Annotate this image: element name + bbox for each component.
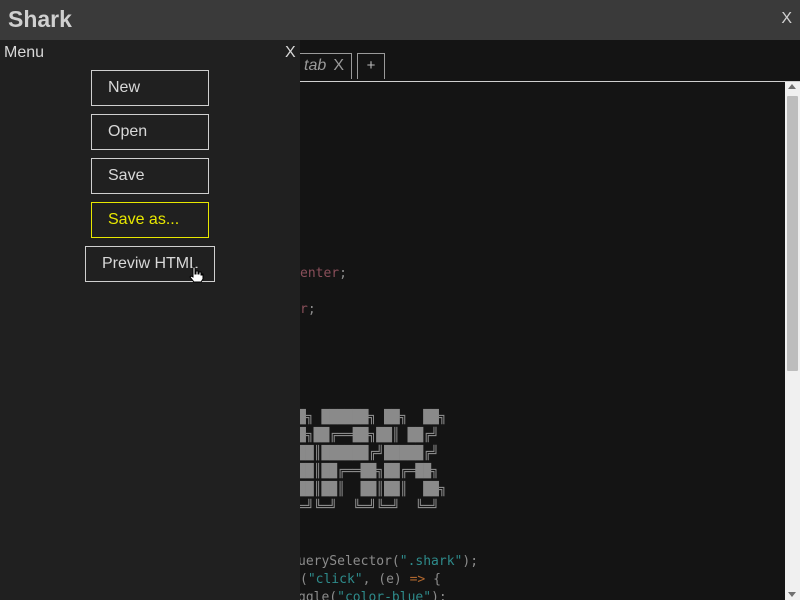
save-button[interactable]: Save <box>91 158 209 194</box>
code-line: enter; <box>300 266 347 281</box>
vertical-scrollbar[interactable] <box>785 82 800 600</box>
ascii-art-line: ═╝╚═╝ ╚═╝╚═╝ ╚═╝ <box>298 500 439 515</box>
code-token: uerySelector( <box>298 554 400 569</box>
code-token: r <box>300 302 308 317</box>
save-as-button[interactable]: Save as... <box>91 202 209 238</box>
code-line: ggle("color-blue"); <box>298 590 447 600</box>
tab-close-button[interactable]: X <box>333 57 344 75</box>
code-line: ("click", (e) => { <box>300 572 441 587</box>
open-button-label: Open <box>108 123 148 140</box>
code-token: ( <box>300 572 308 587</box>
scroll-thumb[interactable] <box>787 96 798 371</box>
save-button-label: Save <box>108 167 145 184</box>
code-token: ".shark" <box>399 554 463 569</box>
code-line: r; <box>300 302 316 317</box>
code-token: ; <box>339 266 347 281</box>
new-button-label: New <box>108 79 141 96</box>
code-token: , (e) <box>362 572 410 587</box>
menu-title: Menu <box>4 44 45 61</box>
code-token: ; <box>307 302 316 317</box>
app-title: Shark <box>8 6 72 32</box>
code-line: uerySelector(".shark"); <box>298 554 478 569</box>
ascii-art-line: █╗ ██████╗ ██╗ ██╗ <box>298 410 447 425</box>
code-token: ); <box>462 554 479 569</box>
code-token: "click" <box>307 572 363 587</box>
code-token: "color-blue" <box>337 590 432 600</box>
code-token: => <box>409 572 426 587</box>
ascii-art-line: ██║██╔══██╗██╔═██╗ <box>298 464 439 479</box>
save-as-button-label: Save as... <box>108 211 180 228</box>
ascii-art-line: ██║██║ ██║██║ ██╗ <box>298 482 447 497</box>
scroll-up-arrow-icon[interactable] <box>788 84 796 89</box>
scroll-down-arrow-icon[interactable] <box>788 592 796 597</box>
open-button[interactable]: Open <box>91 114 209 150</box>
menu-close-button[interactable]: X <box>285 44 296 62</box>
app-close-button[interactable]: X <box>781 10 792 28</box>
menu-panel: Menu X New Open Save Save as... Previw H… <box>0 40 300 600</box>
tab-item[interactable]: tab X <box>298 53 352 79</box>
code-token: ggle( <box>298 590 338 600</box>
ascii-art-line: ██║██████╔╝█████╔╝ <box>298 446 439 461</box>
title-bar: Shark X <box>0 0 800 40</box>
code-token: { <box>425 572 441 587</box>
new-tab-button[interactable]: + <box>357 53 385 79</box>
code-token: enter <box>300 266 340 281</box>
tab-label: tab <box>304 57 327 74</box>
code-token: ); <box>431 590 447 600</box>
hand-pointer-cursor-icon <box>189 266 204 283</box>
new-button[interactable]: New <box>91 70 209 106</box>
ascii-art-line: █╗██╔══██╗██║ ██╔╝ <box>298 428 439 443</box>
preview-html-button-label: Previw HTML <box>102 255 199 272</box>
